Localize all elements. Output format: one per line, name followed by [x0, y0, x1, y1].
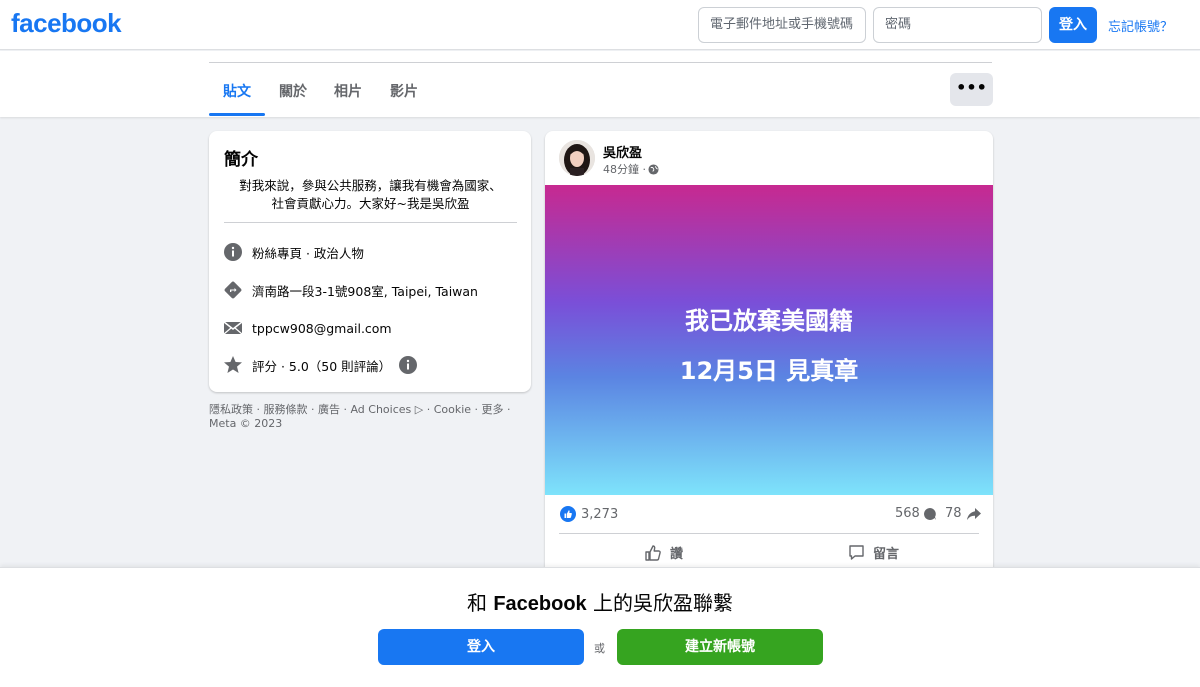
avatar[interactable] — [559, 140, 595, 176]
intro-bio: 對我來說，參與公共服務，讓我有機會為國家、 社會貢獻心力。大家好~我是吳欣盈 — [224, 177, 517, 213]
info-text[interactable]: tppcw908@gmail.com — [252, 321, 392, 336]
like-button[interactable]: 讚 — [644, 543, 683, 562]
info-text[interactable]: 濟南路一段3-1號908室, Taipei, Taiwan — [252, 281, 478, 300]
connect-title-brand: Facebook — [493, 593, 587, 615]
likes-count: 3,273 — [581, 506, 619, 522]
post-time[interactable]: 48分鐘 · — [603, 161, 646, 177]
login-button[interactable]: 登入 — [1049, 7, 1097, 43]
post-author[interactable]: 吳欣盈 — [603, 142, 642, 161]
top-bar: facebook 電子郵件地址或手機號碼 密碼 登入 忘記帳號？ — [0, 0, 1200, 50]
like-reaction-icon — [560, 506, 576, 522]
post-image[interactable]: 我已放棄美國籍 12月5日 見真章 — [545, 185, 993, 495]
like-label: 讚 — [670, 547, 684, 562]
tab-photos[interactable]: 相片 — [334, 81, 362, 101]
footer-links-line[interactable]: 隱私政策 · 服務條款 · 廣告 · Ad Choices ▷ · Cookie… — [209, 403, 519, 417]
tab-posts[interactable]: 貼文 — [223, 81, 251, 101]
connect-title: 和 Facebook 上的吳欣盈聯繫 — [0, 587, 1200, 616]
or-separator: 或 — [594, 642, 605, 655]
footer-copyright: Meta © 2023 — [209, 417, 283, 430]
thumbs-up-icon — [644, 544, 662, 562]
divider — [559, 533, 979, 534]
bio-line: 社會貢獻心力。大家好~我是吳欣盈 — [271, 196, 470, 211]
connect-title-prefix: 和 — [466, 591, 494, 615]
connect-title-suffix: 上的吳欣盈聯繫 — [586, 591, 734, 615]
bottom-login-button[interactable]: 登入 — [378, 629, 584, 665]
post-card: 吳欣盈 48分鐘 · 我已放棄美國籍 12月5日 見真章 3,273 568 7… — [545, 131, 993, 581]
shares-summary[interactable]: 78 — [945, 506, 982, 521]
directions-icon — [223, 280, 243, 300]
email-field[interactable]: 電子郵件地址或手機號碼 — [698, 7, 866, 43]
post-stats: 3,273 568 78 — [560, 506, 982, 526]
tab-about[interactable]: 關於 — [279, 81, 307, 101]
divider — [209, 62, 992, 63]
comment-button[interactable]: 留言 — [848, 543, 899, 562]
info-address: 濟南路一段3-1號908室, Taipei, Taiwan — [223, 279, 478, 301]
info-category: 粉絲專頁 · 政治人物 — [223, 241, 364, 263]
footer-links: 隱私政策 · 服務條款 · 廣告 · Ad Choices ▷ · Cookie… — [209, 403, 519, 431]
create-account-button[interactable]: 建立新帳號 — [617, 629, 823, 665]
post-image-subline: 12月5日 見真章 — [679, 357, 859, 385]
forgot-account-link[interactable]: 忘記帳號？ — [1108, 16, 1173, 35]
tab-videos[interactable]: 影片 — [390, 81, 418, 101]
more-options-button[interactable]: ••• — [950, 73, 993, 106]
active-tab-indicator — [209, 113, 265, 116]
comment-bubble-icon — [923, 507, 937, 521]
divider — [224, 222, 517, 223]
shares-count: 78 — [945, 506, 962, 521]
password-field[interactable]: 密碼 — [873, 7, 1042, 43]
comment-icon — [848, 544, 865, 561]
rating-info-icon[interactable] — [399, 356, 418, 374]
info-rating: 評分 · 5.0（50 則評論） — [223, 354, 418, 376]
comments-summary[interactable]: 568 — [895, 506, 937, 521]
comment-label: 留言 — [873, 547, 900, 562]
star-icon — [223, 355, 243, 375]
comments-count: 568 — [895, 506, 920, 521]
post-meta: 48分鐘 · — [603, 161, 659, 177]
facebook-logo[interactable]: facebook — [11, 8, 122, 39]
info-icon — [223, 242, 243, 262]
connect-banner: 和 Facebook 上的吳欣盈聯繫 登入 或 建立新帳號 — [0, 567, 1200, 687]
mail-icon — [223, 318, 243, 338]
share-arrow-icon — [966, 507, 982, 521]
reactions-summary[interactable]: 3,273 — [560, 506, 618, 522]
info-text: 粉絲專頁 · 政治人物 — [252, 245, 364, 261]
post-image-headline: 我已放棄美國籍 — [685, 307, 853, 335]
profile-tabs-bar: 貼文 關於 相片 影片 ••• — [0, 51, 1200, 117]
globe-icon — [648, 163, 659, 175]
bio-line: 對我來說，參與公共服務，讓我有機會為國家、 — [239, 178, 502, 193]
info-text: 評分 · 5.0（50 則評論） — [252, 358, 392, 374]
intro-title: 簡介 — [224, 150, 258, 170]
info-email: tppcw908@gmail.com — [223, 317, 392, 339]
intro-card: 簡介 對我來說，參與公共服務，讓我有機會為國家、 社會貢獻心力。大家好~我是吳欣… — [209, 131, 531, 392]
